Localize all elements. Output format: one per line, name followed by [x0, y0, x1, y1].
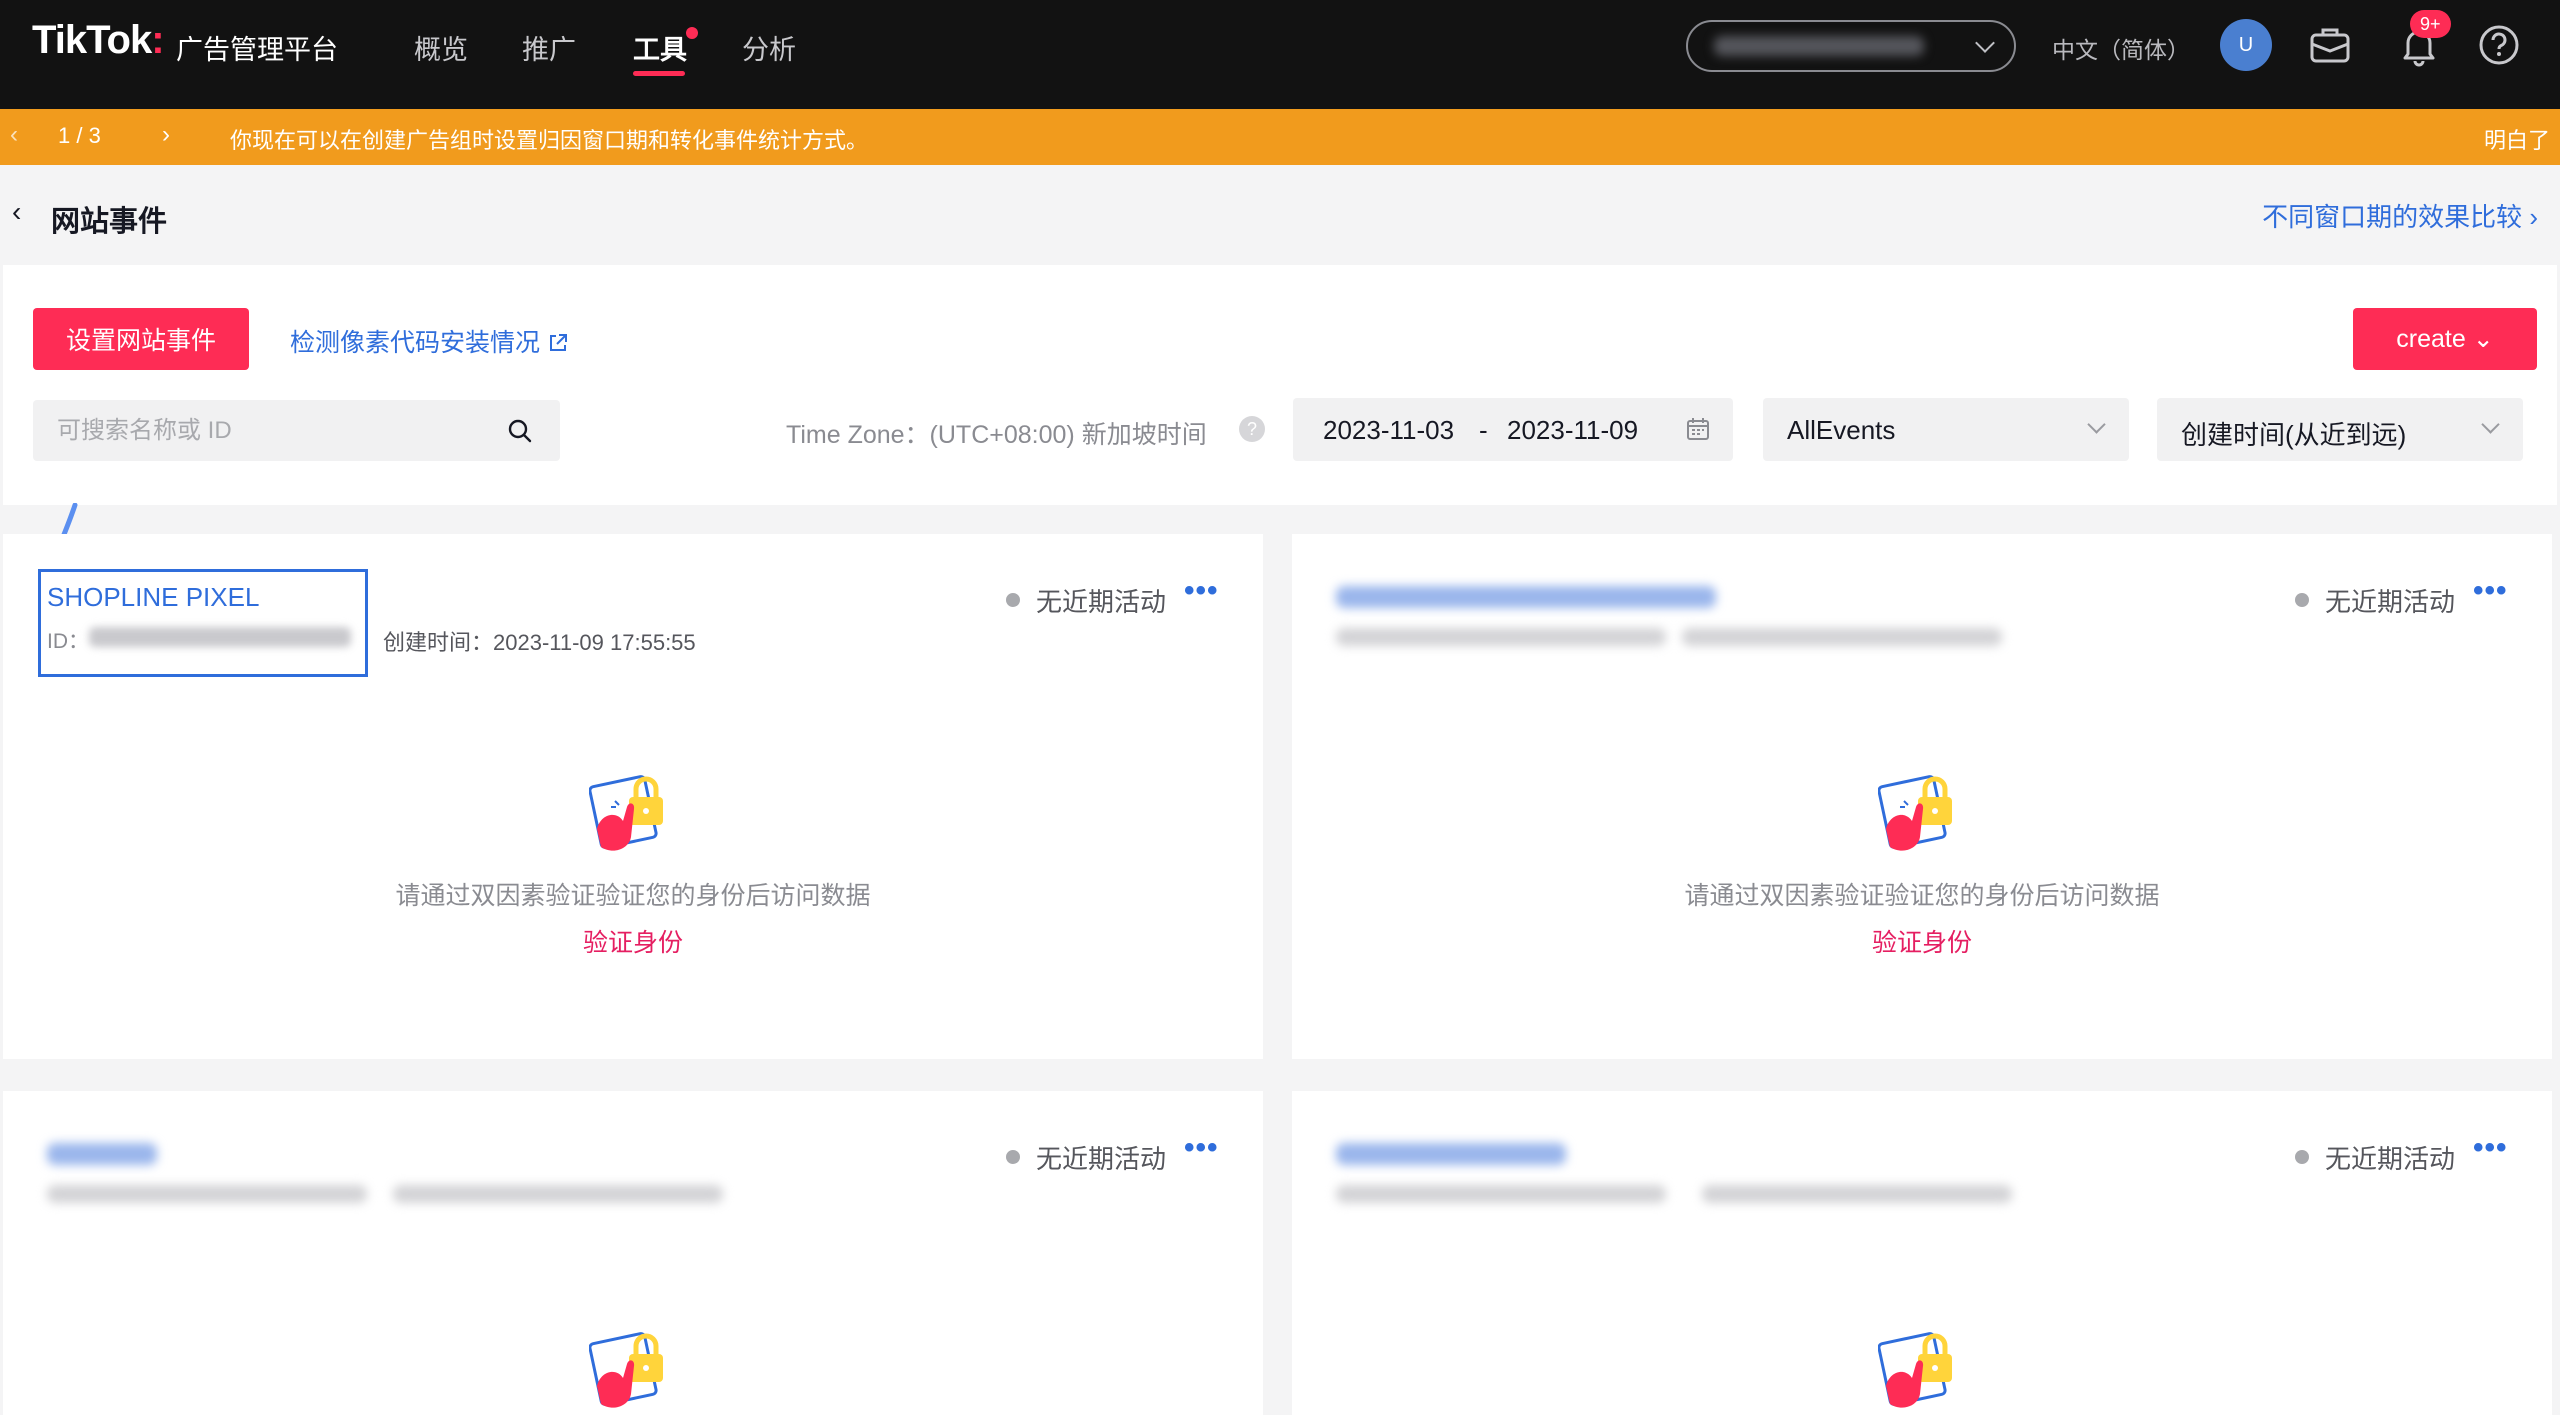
avatar[interactable]: U [2220, 19, 2272, 71]
event-filter-select[interactable]: AllEvents [1763, 398, 2129, 461]
verify-tip: 请通过双因素验证验证您的身份后访问数据 [1684, 882, 2160, 910]
nav-analytics[interactable]: 分析 [742, 28, 796, 67]
help-icon[interactable] [2476, 22, 2522, 68]
pixel-created-time: 创建时间：2023-11-09 17:55:55 [383, 630, 696, 655]
status-dot [1006, 593, 1020, 607]
nav-tools[interactable]: 工具 [633, 28, 687, 67]
status-badge: 无近期活动 [2325, 587, 2456, 617]
nav-tools-dot [686, 27, 698, 39]
pixel-card: 无近期活动 ••• [3, 1091, 1263, 1415]
status-badge: 无近期活动 [2325, 1144, 2456, 1174]
timezone-label: Time Zone：(UTC+08:00) 新加坡时间 [786, 421, 1207, 449]
more-options-icon[interactable]: ••• [2473, 574, 2508, 608]
nav-overview[interactable]: 概览 [414, 28, 468, 67]
external-link-icon [549, 334, 567, 351]
account-name-blurred [1714, 36, 1924, 56]
account-selector[interactable] [1686, 20, 2016, 72]
status-dot [1006, 1150, 1020, 1164]
page-title: 网站事件 [51, 206, 168, 238]
pixel-card: 无近期活动 ••• 请通过双因素验证验证您的身份后访问数据 验证身份 [1292, 534, 2552, 1059]
chevron-down-icon [2481, 415, 2500, 434]
notice-bar: ‹ 1 / 3 › 你现在可以在创建广告组时设置归因窗口期和转化事件统计方式。 … [0, 109, 2560, 165]
filter-panel: 设置网站事件 检测像素代码安装情况 create ⌄ Time Zone：(UT… [3, 265, 2557, 505]
pixel-name-blurred[interactable] [1336, 586, 1716, 608]
search-input[interactable] [33, 400, 560, 461]
status-dot [2295, 1150, 2309, 1164]
pixel-id-blurred [1336, 628, 1666, 646]
more-options-icon[interactable]: ••• [2473, 1131, 2508, 1165]
chevron-down-icon [1975, 33, 1995, 53]
platform-name: 广告管理平台 [176, 35, 338, 65]
language-switch[interactable]: 中文（简体） [2052, 31, 2190, 65]
more-options-icon[interactable]: ••• [1184, 574, 1219, 608]
chevron-down-icon [2087, 415, 2106, 434]
pixel-id-blurred [89, 627, 351, 647]
notice-pager: 1 / 3 [58, 123, 101, 148]
back-icon[interactable]: ‹ [12, 196, 21, 228]
verification-lock-icon [1878, 1332, 1952, 1408]
status-dot [2295, 593, 2309, 607]
verify-identity-link[interactable]: 验证身份 [3, 923, 1263, 959]
help-icon[interactable]: ? [1239, 416, 1265, 442]
chevron-right-icon[interactable]: › [162, 121, 170, 149]
status-badge: 无近期活动 [1036, 1144, 1167, 1174]
pixel-card: SHOPLINE PIXEL ID： 创建时间：2023-11-09 17:55… [3, 534, 1263, 1059]
pixel-id-blurred [1336, 1185, 1666, 1203]
notice-message: 你现在可以在创建广告组时设置归因窗口期和转化事件统计方式。 [230, 128, 869, 153]
date-separator: - [1479, 415, 1488, 445]
create-button[interactable]: create ⌄ [2353, 308, 2537, 370]
notification-badge: 9+ [2410, 10, 2451, 38]
more-options-icon[interactable]: ••• [1184, 1131, 1219, 1165]
briefcase-icon[interactable] [2307, 22, 2353, 68]
date-range-picker[interactable]: 2023-11-03 - 2023-11-09 [1293, 398, 1733, 461]
verify-tip: 请通过双因素验证验证您的身份后访问数据 [395, 882, 871, 910]
pixel-created-blurred [1682, 628, 2002, 646]
status-badge: 无近期活动 [1036, 587, 1167, 617]
date-end: 2023-11-09 [1507, 415, 1639, 445]
pixel-created-blurred [393, 1185, 723, 1203]
verification-lock-icon [1878, 775, 1952, 851]
pixel-name-blurred[interactable] [1336, 1143, 1566, 1165]
pixel-name-blurred[interactable] [47, 1143, 157, 1165]
setup-web-event-button[interactable]: 设置网站事件 [33, 308, 249, 370]
date-start: 2023-11-03 [1323, 415, 1455, 445]
check-pixel-link[interactable]: 检测像素代码安装情况 [290, 323, 569, 359]
top-navigation-bar: TikTok: 广告管理平台 概览 推广 工具 分析 中文（简体） U 9+ [0, 0, 2560, 109]
verification-lock-icon [589, 1332, 663, 1408]
verification-lock-icon [589, 775, 663, 851]
pixel-card: 无近期活动 ••• [1292, 1091, 2552, 1415]
window-compare-link[interactable]: 不同窗口期的效果比较 › [2262, 197, 2538, 234]
notice-dismiss-button[interactable]: 明白了 [2484, 123, 2550, 155]
pixel-id-blurred [47, 1185, 367, 1203]
nav-active-underline [633, 71, 685, 76]
tiktok-logo[interactable]: TikTok: [32, 18, 165, 63]
nav-campaign[interactable]: 推广 [522, 28, 576, 67]
pixel-id-label: ID： [47, 630, 89, 653]
chevron-left-icon[interactable]: ‹ [10, 121, 18, 149]
sort-select[interactable]: 创建时间(从近到远) [2157, 398, 2523, 461]
pixel-name-link[interactable]: SHOPLINE PIXEL [47, 582, 259, 613]
pixel-created-blurred [1702, 1185, 2012, 1203]
search-icon[interactable] [506, 417, 534, 445]
verify-identity-link[interactable]: 验证身份 [1292, 923, 2552, 959]
calendar-icon [1687, 418, 1709, 440]
